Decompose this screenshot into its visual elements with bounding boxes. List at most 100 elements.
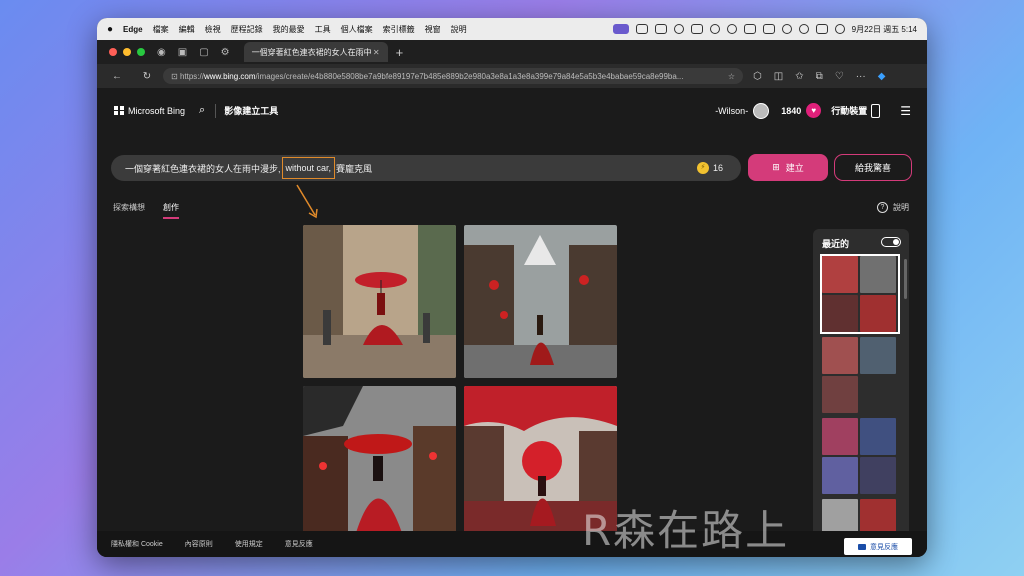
boost-number: 16 [712,163,723,173]
boost-count[interactable]: ⚡ 16 [696,162,723,174]
user-name[interactable]: -Wilson- [715,106,748,116]
prompt-input[interactable]: 一個穿著紅色連衣裙的女人在雨中漫步, without car, 賽龐克風 ⚡ 1… [111,155,741,181]
page-title[interactable]: 影像建立工具 [224,104,278,117]
recent-set[interactable] [822,418,898,494]
microsoft-logo-icon[interactable] [114,105,124,116]
workspaces-icon[interactable]: ▣ [178,47,187,58]
reload-icon[interactable]: ↻ [137,71,157,82]
menu-tabs[interactable]: 索引標籤 [383,24,415,35]
menu-window[interactable]: 視窗 [425,24,441,35]
menu-history[interactable]: 歷程記錄 [231,24,263,35]
menu-file[interactable]: 檔案 [153,24,169,35]
boost-icon: ⚡ [696,162,709,174]
status-icon[interactable] [726,24,737,34]
copilot-icon[interactable]: ◆ [878,71,886,82]
menu-profile[interactable]: 個人檔案 [341,24,373,35]
back-icon[interactable]: ← [107,71,127,82]
minimize-window-button[interactable] [123,48,131,56]
more-icon[interactable]: ··· [856,71,866,82]
mobile-link[interactable]: 行動裝置 [831,104,867,117]
favorites-icon[interactable]: ✩ [795,71,803,82]
window-controls [103,48,145,56]
result-image[interactable] [303,225,456,378]
help-icon: ? [877,202,888,213]
url-prefix: https:// [179,71,204,81]
footer-link-content-policy[interactable]: 內容原則 [185,539,213,549]
tab-title: 一個穿著紅色連衣裙的女人在雨中 [251,47,372,57]
recent-set[interactable] [822,337,898,413]
tab-creations[interactable]: 創作 [163,202,179,219]
footer-link-feedback[interactable]: 意見反應 [285,539,313,549]
macos-menubar: ● Edge 檔案 編輯 檢視 歷程記錄 我的最愛 工具 個人檔案 索引標籤 視… [97,18,927,40]
rewards-icon[interactable]: ♥ [806,103,822,118]
new-tab-button[interactable]: + [396,45,404,60]
tab-bing-create[interactable]: 一個穿著紅色連衣裙的女人在雨中 ✕ [243,42,388,62]
status-icon[interactable] [690,24,703,34]
url-path: /images/create/e4b880e5808be7a9bfe89197e… [255,71,684,81]
close-tab-icon[interactable]: ✕ [373,48,380,57]
bing-image-creator-page: Microsoft Bing ⌕ 影像建立工具 -Wilson- 1840 ♥ … [97,88,927,557]
help-link[interactable]: ? 說明 [877,202,909,213]
address-bar-row: ← ↻ ⊡ https://www.bing.com/images/create… [97,64,927,88]
create-button[interactable]: ⊞ 建立 [748,154,828,181]
phone-icon[interactable] [871,103,881,118]
menu-favorites[interactable]: 我的最愛 [273,24,305,35]
result-image[interactable] [464,225,617,378]
tab-strip: ◉ ▣ ▢ ⚙ 一個穿著紅色連衣裙的女人在雨中 ✕ + [97,40,927,64]
result-image[interactable] [303,386,456,539]
reward-points[interactable]: 1840 [781,106,801,116]
tab-explore[interactable]: 探索構想 [113,202,145,219]
menu-view[interactable]: 檢視 [205,24,221,35]
split-screen-icon[interactable]: ◫ [774,71,783,82]
result-grid [303,225,617,545]
user-icon[interactable] [781,24,792,34]
record-icon[interactable] [673,24,684,34]
header-right: -Wilson- 1840 ♥ 行動裝置 ☰ [715,102,911,119]
browser-essentials-icon[interactable]: ♡ [835,71,844,82]
footer-link-terms[interactable]: 使用規定 [235,539,263,549]
wifi-icon[interactable] [798,24,809,34]
divider [215,103,217,118]
menu-app[interactable]: Edge [123,25,143,34]
search-icon[interactable]: ⌕ [199,104,205,117]
menu-edit[interactable]: 編輯 [179,24,195,35]
close-window-button[interactable] [109,48,117,56]
extensions-icon[interactable]: ⬡ [753,71,762,82]
collections-icon[interactable]: ⧉ [816,71,823,82]
tab-actions-icon[interactable]: ▢ [199,47,208,58]
sub-tabs: 探索構想 創作 [113,202,197,219]
recent-set[interactable] [820,254,900,334]
scrollbar[interactable] [904,259,907,299]
menubar-clock[interactable]: 9月22日 週五 5:14 [852,24,917,35]
settings-icon[interactable]: ⚙ [221,47,230,58]
avatar[interactable] [753,102,770,119]
siri-icon[interactable] [834,24,845,34]
feedback-button[interactable]: 意見反應 [844,538,912,555]
apple-icon[interactable]: ● [107,24,113,35]
status-icon[interactable] [654,24,667,34]
menu-help[interactable]: 說明 [451,24,467,35]
control-center-icon[interactable] [815,24,828,34]
prompt-highlight: without car, [281,157,336,179]
feedback-icon [858,543,866,550]
battery-icon[interactable] [762,24,775,34]
bing-brand[interactable]: Microsoft Bing [128,106,185,116]
recent-panel: 最近的 [813,229,909,547]
menu-icon[interactable]: ☰ [900,104,911,118]
profile-icon[interactable]: ◉ [157,47,166,58]
menu-tools[interactable]: 工具 [315,24,331,35]
surprise-me-button[interactable]: 給我驚喜 [834,154,912,181]
status-icon[interactable] [635,24,648,34]
page-footer: 隱私權和 Cookie 內容原則 使用規定 意見反應 [97,531,927,557]
feedback-label: 意見反應 [870,543,898,551]
url-field[interactable]: ⊡ https://www.bing.com/images/create/e4b… [163,68,743,84]
page-header: Microsoft Bing ⌕ 影像建立工具 -Wilson- 1840 ♥ … [97,88,927,133]
prompt-text-end: 賽龐克風 [336,163,373,174]
footer-link-privacy[interactable]: 隱私權和 Cookie [111,539,163,549]
input-method-icon[interactable] [612,24,629,34]
recent-toggle[interactable] [881,237,901,247]
status-icon[interactable] [743,24,756,34]
zoom-window-button[interactable] [137,48,145,56]
favorite-star-icon[interactable]: ☆ [728,72,735,81]
status-icon[interactable] [709,24,720,34]
